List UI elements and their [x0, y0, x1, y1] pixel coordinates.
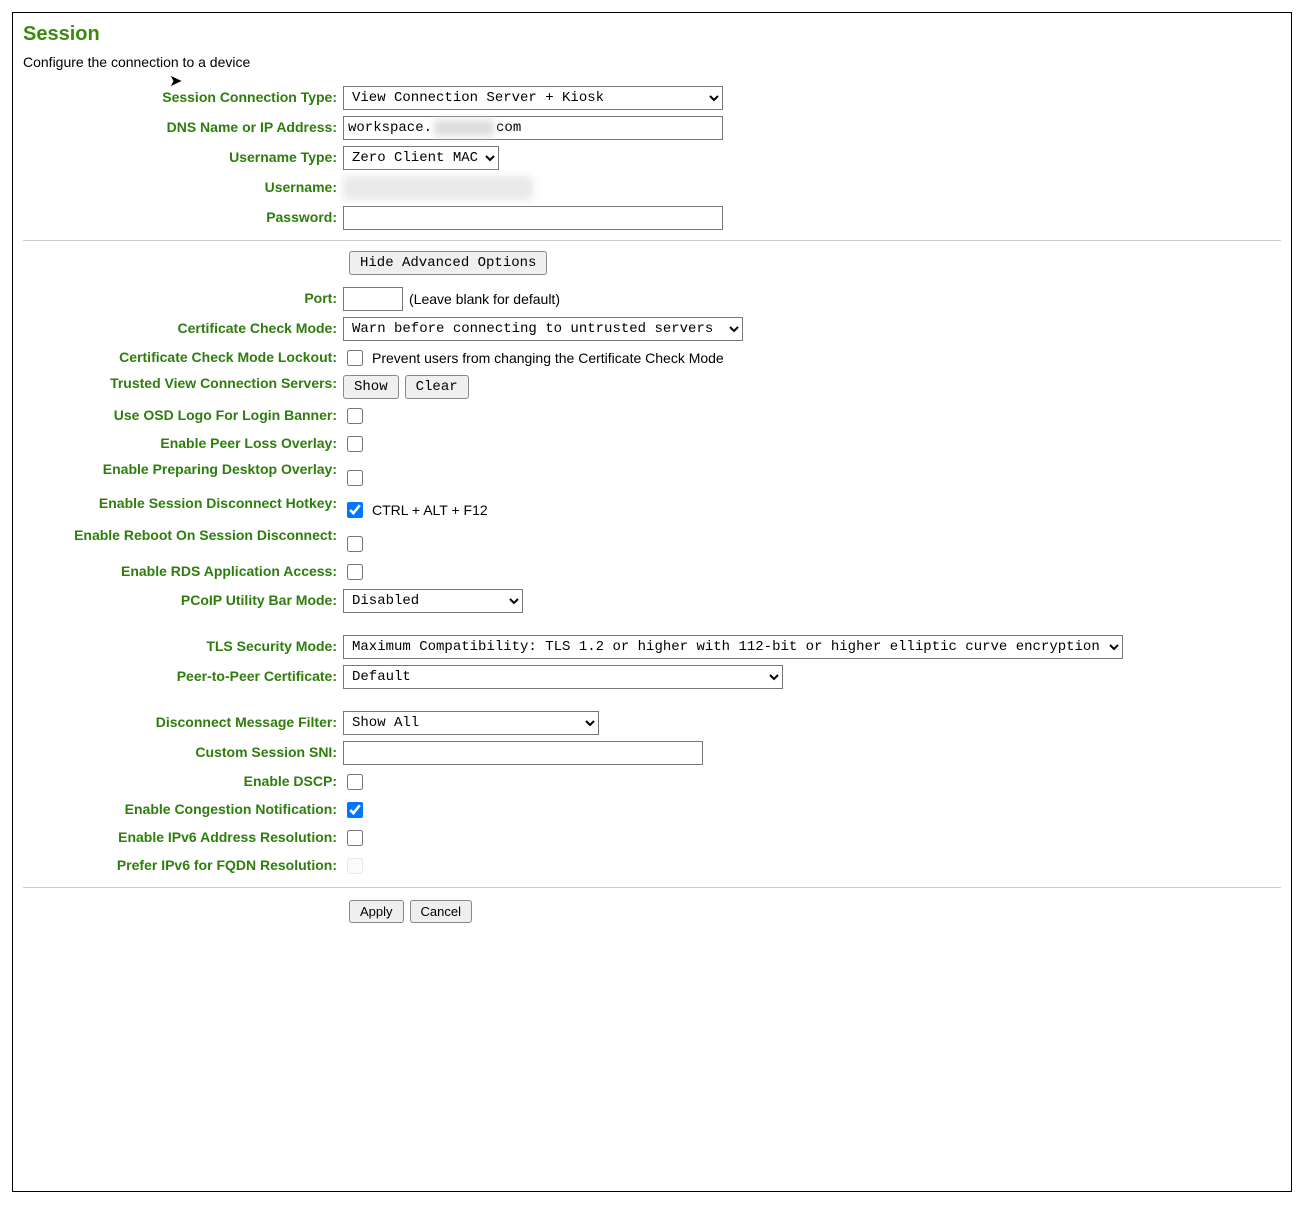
cancel-button[interactable]: Cancel [410, 900, 472, 923]
label-enable-rds-app: Enable RDS Application Access: [23, 563, 343, 581]
label-use-osd-logo: Use OSD Logo For Login Banner: [23, 407, 343, 425]
session-connection-type-select[interactable]: View Connection Server + Kiosk [343, 86, 723, 110]
use-osd-logo-checkbox[interactable] [347, 408, 363, 424]
label-enable-ipv6-res: Enable IPv6 Address Resolution: [23, 829, 343, 847]
cert-lockout-text: Prevent users from changing the Certific… [372, 350, 724, 366]
enable-dscp-checkbox[interactable] [347, 774, 363, 790]
enable-reboot-disc-checkbox[interactable] [347, 536, 363, 552]
page-title: Session [23, 23, 1281, 46]
separator-1 [23, 240, 1281, 241]
enable-ipv6-res-checkbox[interactable] [347, 830, 363, 846]
hotkey-text: CTRL + ALT + F12 [372, 502, 488, 518]
port-hint: (Leave blank for default) [409, 291, 560, 307]
enable-rds-app-checkbox[interactable] [347, 564, 363, 580]
label-p2p-cert: Peer-to-Peer Certificate: [23, 668, 343, 686]
show-button[interactable]: Show [343, 375, 399, 399]
dns-name-input[interactable]: workspace. com [343, 116, 723, 140]
label-username-type: Username Type: [23, 149, 343, 167]
label-enable-peer-loss: Enable Peer Loss Overlay: [23, 435, 343, 453]
label-session-connection-type: Session Connection Type: [23, 89, 343, 107]
label-enable-session-disc-hotkey: Enable Session Disconnect Hotkey: [23, 495, 343, 513]
username-value-redacted [343, 176, 533, 200]
enable-congestion-checkbox[interactable] [347, 802, 363, 818]
label-password: Password: [23, 209, 343, 227]
pcoip-utility-bar-select[interactable]: Disabled [343, 589, 523, 613]
label-trusted-view-servers: Trusted View Connection Servers: [23, 375, 343, 393]
label-enable-congestion: Enable Congestion Notification: [23, 801, 343, 819]
tls-security-mode-select[interactable]: Maximum Compatibility: TLS 1.2 or higher… [343, 635, 1123, 659]
clear-button[interactable]: Clear [405, 375, 469, 399]
label-username: Username: [23, 179, 343, 197]
apply-button[interactable]: Apply [349, 900, 404, 923]
dns-prefix: workspace. [348, 120, 432, 136]
label-custom-session-sni: Custom Session SNI: [23, 744, 343, 762]
p2p-cert-select[interactable]: Default [343, 665, 783, 689]
password-input[interactable] [343, 206, 723, 230]
dns-redacted [434, 120, 494, 136]
enable-prep-desktop-checkbox[interactable] [347, 470, 363, 486]
label-cert-check-mode-lockout: Certificate Check Mode Lockout: [23, 349, 343, 367]
cert-lockout-checkbox[interactable] [347, 350, 363, 366]
disc-msg-filter-select[interactable]: Show All [343, 711, 599, 735]
separator-2 [23, 887, 1281, 888]
label-enable-reboot-disc: Enable Reboot On Session Disconnect: [23, 527, 343, 545]
label-pcoip-utility-bar: PCoIP Utility Bar Mode: [23, 592, 343, 610]
hide-advanced-button[interactable]: Hide Advanced Options [349, 251, 547, 275]
label-port: Port: [23, 290, 343, 308]
prefer-ipv6-fqdn-checkbox [347, 858, 363, 874]
page-subtitle: Configure the connection to a device [23, 54, 1281, 70]
label-enable-prep-desktop: Enable Preparing Desktop Overlay: [23, 461, 343, 479]
enable-session-disc-hotkey-checkbox[interactable] [347, 502, 363, 518]
label-enable-dscp: Enable DSCP: [23, 773, 343, 791]
username-type-select[interactable]: Zero Client MAC [343, 146, 499, 170]
label-prefer-ipv6-fqdn: Prefer IPv6 for FQDN Resolution: [23, 857, 343, 875]
enable-peer-loss-checkbox[interactable] [347, 436, 363, 452]
label-disc-msg-filter: Disconnect Message Filter: [23, 714, 343, 732]
label-tls-security-mode: TLS Security Mode: [23, 638, 343, 656]
cert-check-mode-select[interactable]: Warn before connecting to untrusted serv… [343, 317, 743, 341]
custom-session-sni-input[interactable] [343, 741, 703, 765]
label-dns-name: DNS Name or IP Address: [23, 119, 343, 137]
dns-suffix: com [496, 120, 521, 136]
port-input[interactable] [343, 287, 403, 311]
label-cert-check-mode: Certificate Check Mode: [23, 320, 343, 338]
